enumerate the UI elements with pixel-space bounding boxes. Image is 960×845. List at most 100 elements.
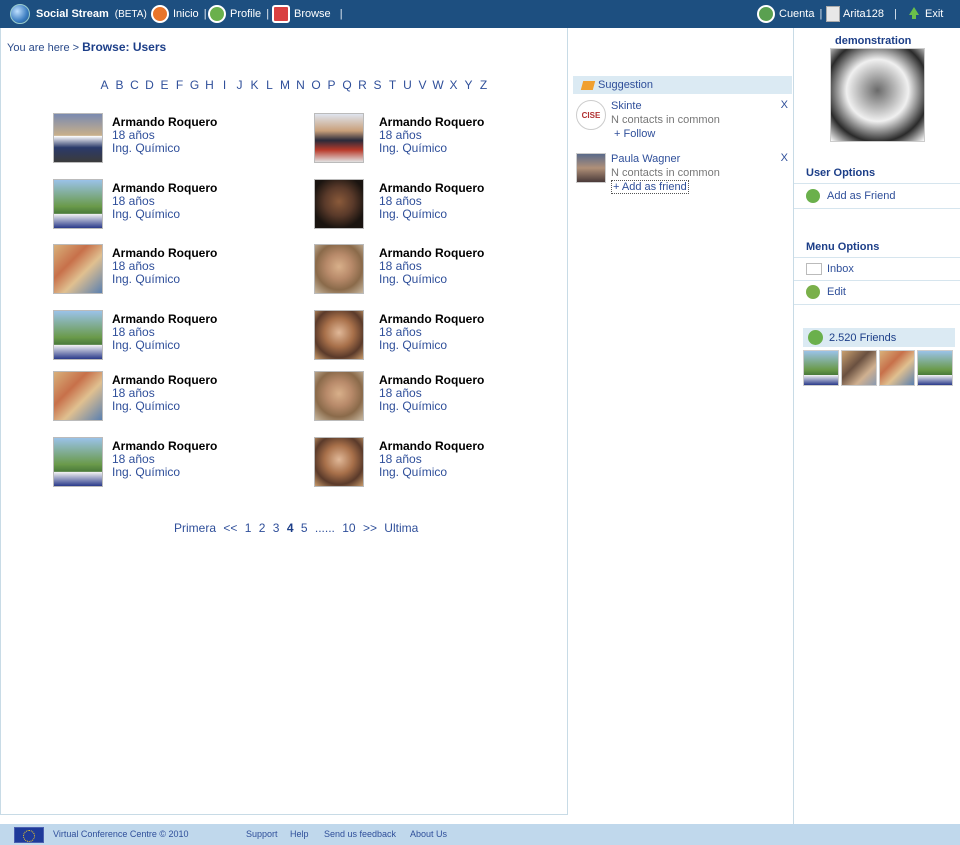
user-name[interactable]: Armando Roquero (379, 181, 484, 195)
letter-link[interactable]: P (324, 78, 339, 92)
inbox-option[interactable]: Inbox (806, 263, 854, 275)
nav-cuenta[interactable]: Cuenta | (757, 0, 822, 28)
friend-thumbnail[interactable] (803, 350, 839, 386)
breadcrumb-current[interactable]: Browse: Users (82, 40, 166, 54)
add-friend-button[interactable]: + Add as friend (611, 180, 689, 194)
close-icon[interactable]: X (781, 152, 788, 164)
user-name[interactable]: Armando Roquero (112, 115, 217, 129)
user-name[interactable]: Armando Roquero (112, 246, 217, 260)
letter-link[interactable]: R (355, 78, 370, 92)
user-name[interactable]: Armando Roquero (379, 373, 484, 387)
page-first[interactable]: Primera (174, 521, 216, 535)
profile-photo[interactable] (830, 48, 925, 142)
user-photo[interactable] (314, 437, 364, 487)
user-card[interactable]: Armando Roquero 18 años Ing. Químico (53, 437, 283, 489)
letter-link[interactable]: S (370, 78, 385, 92)
letter-link[interactable]: M (277, 78, 293, 92)
suggestion-photo[interactable] (576, 153, 606, 183)
letter-link[interactable]: V (415, 78, 430, 92)
user-photo[interactable] (53, 437, 103, 487)
friend-thumbnail[interactable] (841, 350, 877, 386)
user-photo[interactable] (53, 371, 103, 421)
page-last[interactable]: Ultima (384, 521, 418, 535)
user-card[interactable]: Armando Roquero 18 años Ing. Químico (53, 179, 283, 231)
letter-link[interactable]: Q (339, 78, 355, 92)
letter-link[interactable]: A (97, 78, 112, 92)
footer-help-link[interactable]: Help (290, 829, 309, 839)
follow-button[interactable]: + Follow (614, 128, 655, 140)
nav-inicio[interactable]: Inicio | (151, 0, 207, 28)
close-icon[interactable]: X (781, 99, 788, 111)
edit-option[interactable]: Edit (806, 285, 846, 299)
page-link[interactable]: 5 (301, 521, 308, 535)
friends-header[interactable]: 2.520 Friends (803, 328, 955, 347)
letter-link[interactable]: I (217, 78, 232, 92)
letter-link[interactable]: T (385, 78, 400, 92)
letter-link[interactable]: O (308, 78, 324, 92)
user-card[interactable]: Armando Roquero 18 años Ing. Químico (53, 310, 283, 362)
letter-link[interactable]: G (187, 78, 202, 92)
user-name[interactable]: Armando Roquero (379, 246, 484, 260)
letter-link[interactable]: H (202, 78, 217, 92)
page-link[interactable]: 1 (245, 521, 252, 535)
letter-link[interactable]: Z (476, 78, 491, 92)
exit-button[interactable]: Exit (909, 0, 943, 28)
user-card[interactable]: Armando Roquero 18 años Ing. Químico (53, 244, 283, 296)
nav-user[interactable]: Arita128 | (826, 0, 897, 28)
suggestion-name[interactable]: Paula Wagner (611, 153, 680, 165)
letter-link[interactable]: B (112, 78, 127, 92)
letter-link[interactable]: K (247, 78, 262, 92)
user-card[interactable]: Armando Roquero 18 años Ing. Químico (314, 244, 544, 296)
letter-link[interactable]: F (172, 78, 187, 92)
letter-link[interactable]: J (232, 78, 247, 92)
letter-link[interactable]: U (400, 78, 415, 92)
user-card[interactable]: Armando Roquero 18 años Ing. Químico (314, 437, 544, 489)
user-photo[interactable] (53, 310, 103, 360)
letter-link[interactable]: W (430, 78, 446, 92)
page-next[interactable]: >> (363, 521, 377, 535)
cise-logo[interactable]: CISE (576, 100, 606, 130)
footer-feedback-link[interactable]: Send us feedback (324, 829, 396, 839)
suggestion-name[interactable]: Skinte (611, 100, 642, 112)
user-name[interactable]: Armando Roquero (379, 439, 484, 453)
user-photo[interactable] (314, 179, 364, 229)
user-photo[interactable] (53, 113, 103, 163)
page-prev[interactable]: << (223, 521, 237, 535)
user-name[interactable]: Armando Roquero (112, 312, 217, 326)
user-photo[interactable] (314, 310, 364, 360)
letter-link[interactable]: N (293, 78, 308, 92)
footer-support-link[interactable]: Support (246, 829, 278, 839)
user-card[interactable]: Armando Roquero 18 años Ing. Químico (53, 113, 283, 165)
nav-browse[interactable]: Browse | (272, 0, 343, 28)
user-card[interactable]: Armando Roquero 18 años Ing. Químico (314, 179, 544, 231)
user-card[interactable]: Armando Roquero 18 años Ing. Químico (314, 371, 544, 423)
page-link[interactable]: 3 (273, 521, 280, 535)
letter-link[interactable]: Y (461, 78, 476, 92)
page-link[interactable]: 10 (342, 521, 355, 535)
letter-link[interactable]: E (157, 78, 172, 92)
add-as-friend-option[interactable]: Add as Friend (806, 189, 895, 203)
user-name[interactable]: Armando Roquero (112, 373, 217, 387)
letter-link[interactable]: X (446, 78, 461, 92)
user-name[interactable]: Armando Roquero (112, 181, 217, 195)
footer-about-link[interactable]: About Us (410, 829, 447, 839)
page-link[interactable]: 2 (259, 521, 266, 535)
nav-profile[interactable]: Profile | (208, 0, 269, 28)
user-photo[interactable] (314, 244, 364, 294)
app-logo[interactable]: Social Stream (BETA) (10, 0, 147, 28)
user-card[interactable]: Armando Roquero 18 años Ing. Químico (314, 113, 544, 165)
user-card[interactable]: Armando Roquero 18 años Ing. Químico (53, 371, 283, 423)
user-photo[interactable] (314, 113, 364, 163)
user-name[interactable]: Armando Roquero (112, 439, 217, 453)
user-photo[interactable] (53, 244, 103, 294)
friend-thumbnail[interactable] (879, 350, 915, 386)
letter-link[interactable]: D (142, 78, 157, 92)
friend-thumbnail[interactable] (917, 350, 953, 386)
user-name[interactable]: Armando Roquero (379, 115, 484, 129)
user-card[interactable]: Armando Roquero 18 años Ing. Químico (314, 310, 544, 362)
profile-name[interactable]: demonstration (835, 35, 911, 47)
letter-link[interactable]: C (127, 78, 142, 92)
user-photo[interactable] (53, 179, 103, 229)
user-photo[interactable] (314, 371, 364, 421)
letter-link[interactable]: L (262, 78, 277, 92)
